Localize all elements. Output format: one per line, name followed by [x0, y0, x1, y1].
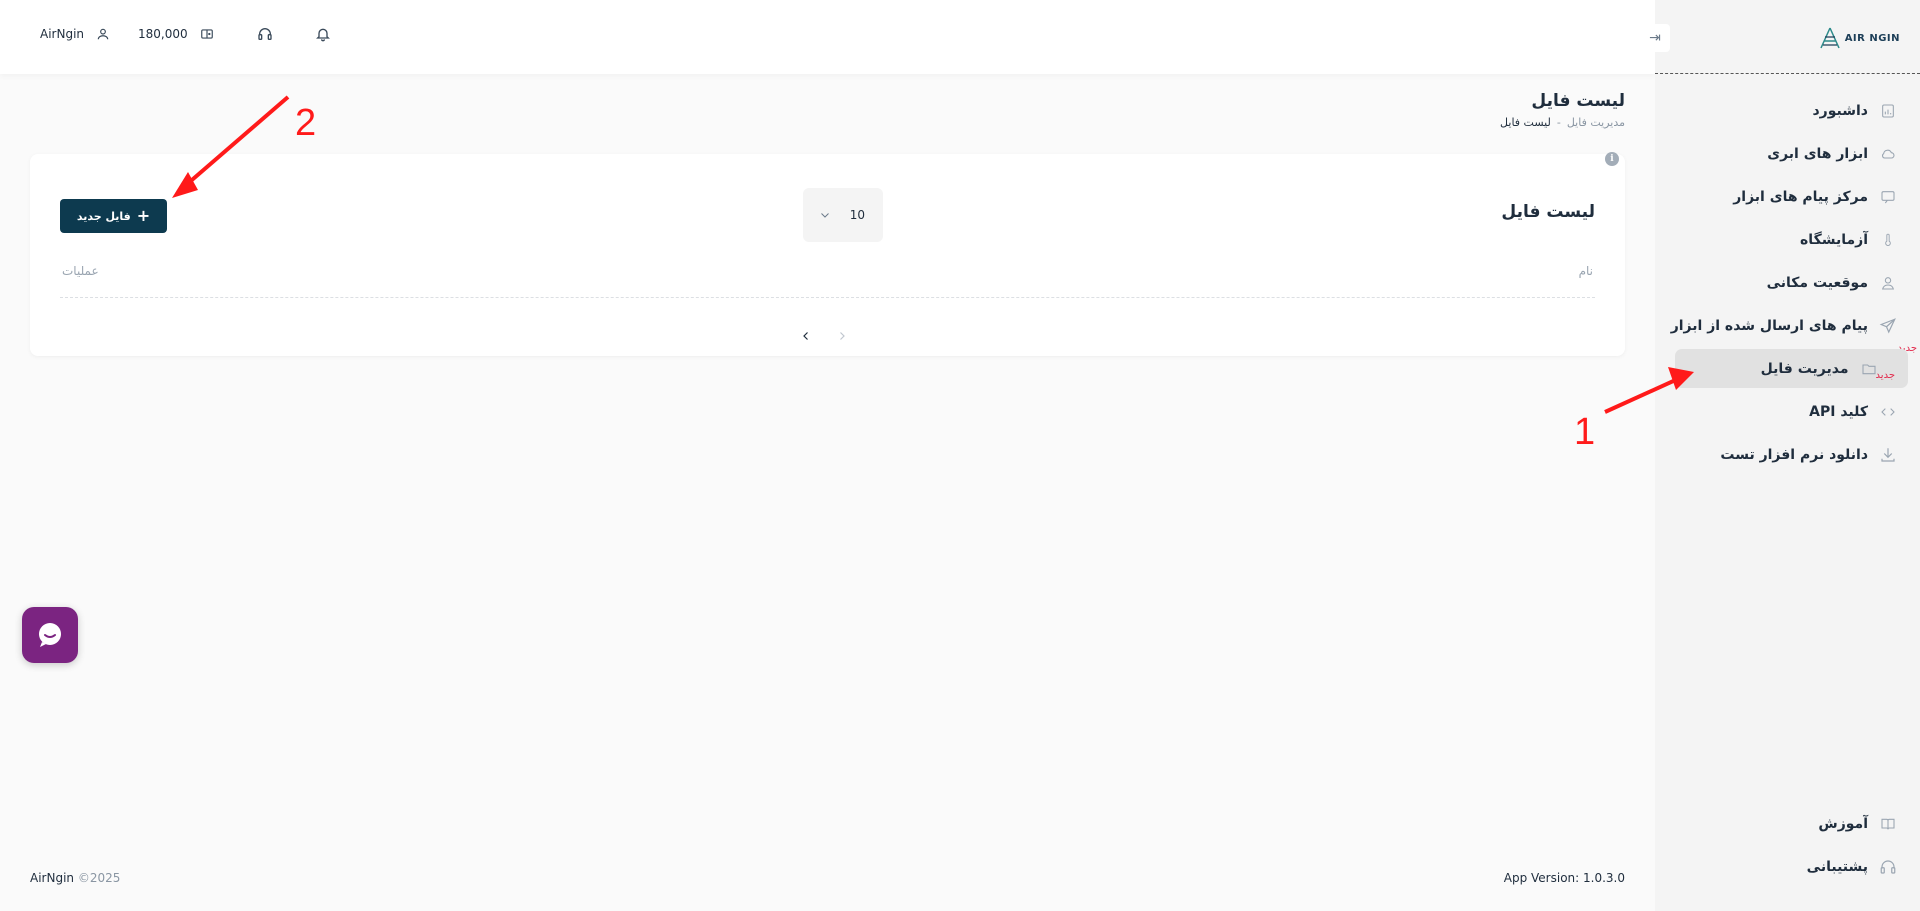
sidebar-item-tutorial[interactable]: آموزش — [1655, 802, 1920, 845]
sidebar-item-file-management[interactable]: مدیریت فایل جدید — [1655, 347, 1920, 390]
info-icon[interactable]: i — [1605, 152, 1619, 166]
wallet-icon[interactable] — [198, 25, 216, 43]
annotation-label-1: 1 — [1574, 411, 1596, 453]
sidebar-menu: داشبورد ابزار های ابری مرکز پیام های ابز… — [1655, 89, 1920, 476]
sidebar-item-sent-messages[interactable]: پیام های ارسال شده از ابزار جدید — [1655, 304, 1920, 355]
chevron-right-icon[interactable] — [836, 330, 848, 342]
breadcrumb: مدیریت فایل - لیست فایل — [1500, 116, 1625, 129]
book-icon — [1878, 814, 1898, 834]
table-header: نام عملیات — [60, 264, 1595, 298]
chat-bubble-icon — [39, 623, 61, 647]
sidebar-header: AIR NGIN ⇥ — [1640, 0, 1920, 74]
cloud-icon — [1878, 144, 1898, 164]
column-header-actions: عملیات — [62, 264, 99, 278]
new-file-button[interactable]: + فایل جدید — [60, 199, 167, 233]
card-title: لیست فایل — [1501, 202, 1595, 222]
message-icon — [1878, 187, 1898, 207]
send-icon — [1878, 316, 1898, 336]
sidebar-collapse-button[interactable]: ⇥ — [1640, 24, 1670, 52]
sidebar-item-label: پیام های ارسال شده از ابزار — [1670, 317, 1868, 334]
footer-copyright: AirNgin ©2025 — [30, 871, 120, 885]
pagination — [800, 330, 848, 342]
sidebar-bottom-menu: آموزش پشتیبانی — [1655, 802, 1920, 888]
sidebar-item-label: آزمایشگاه — [1800, 231, 1868, 248]
new-file-label: فایل جدید — [76, 209, 131, 223]
sidebar-item-lab[interactable]: آزمایشگاه — [1655, 218, 1920, 261]
location-user-icon — [1878, 273, 1898, 293]
chat-widget-button[interactable] — [22, 607, 78, 663]
headset-icon — [1878, 857, 1898, 877]
code-icon — [1878, 402, 1898, 422]
wallet-balance[interactable]: 180,000 — [138, 27, 188, 41]
page-title: لیست فایل — [1531, 91, 1625, 111]
logo-text: AIR NGIN — [1844, 32, 1900, 44]
sidebar-item-cloud-tools[interactable]: ابزار های ابری — [1655, 132, 1920, 175]
annotation-arrows — [172, 95, 1694, 414]
sidebar-item-label: موقعیت مکانی — [1766, 274, 1868, 291]
sidebar-item-label: آموزش — [1818, 815, 1868, 832]
sidebar-item-message-center[interactable]: مرکز پیام های ابزار — [1655, 175, 1920, 218]
sidebar-item-api-key[interactable]: کلید API — [1655, 390, 1920, 433]
sidebar-item-support[interactable]: پشتیبانی — [1655, 845, 1920, 888]
chevron-down-icon — [819, 209, 831, 221]
username[interactable]: AirNgin — [40, 27, 84, 41]
annotation-label-2: 2 — [295, 102, 317, 144]
column-header-name[interactable]: نام — [1579, 264, 1593, 297]
breadcrumb-parent[interactable]: مدیریت فایل — [1567, 116, 1625, 129]
sidebar-item-label: دانلود نرم افزار تست — [1720, 446, 1868, 463]
sidebar-item-dashboard[interactable]: داشبورد — [1655, 89, 1920, 132]
sidebar-item-label: مدیریت فایل — [1760, 360, 1849, 377]
breadcrumb-separator: - — [1556, 116, 1561, 129]
top-bar: AirNgin 180,000 — [0, 0, 1655, 74]
new-badge: جدید — [1875, 370, 1895, 381]
user-icon[interactable] — [94, 25, 112, 43]
sidebar: AIR NGIN ⇥ داشبورد ابزار های ابری مرکز پ… — [1640, 0, 1920, 911]
sidebar-item-label: ابزار های ابری — [1767, 145, 1868, 162]
headset-icon[interactable] — [256, 25, 274, 43]
sidebar-item-label: مرکز پیام های ابزار — [1733, 188, 1868, 205]
plus-icon: + — [136, 206, 151, 225]
arrow-right-to-line-icon: ⇥ — [1649, 30, 1661, 46]
file-list-card: i لیست فایل 10 + فایل جدید نام عملیات — [30, 152, 1625, 356]
sidebar-item-label: کلید API — [1809, 403, 1868, 420]
sidebar-item-download-test-software[interactable]: دانلود نرم افزار تست — [1655, 433, 1920, 476]
top-bar-user-area: AirNgin 180,000 — [40, 25, 332, 43]
download-icon — [1878, 445, 1898, 465]
thermometer-icon — [1878, 230, 1898, 250]
bell-icon[interactable] — [314, 25, 332, 43]
footer-brand: AirNgin — [30, 871, 75, 885]
chevron-left-icon[interactable] — [800, 330, 812, 342]
footer-year: ©2025 — [77, 871, 121, 885]
airngin-logo-icon — [1820, 27, 1840, 49]
breadcrumb-current: لیست فایل — [1500, 116, 1551, 129]
sidebar-item-label: پشتیبانی — [1806, 858, 1868, 875]
logo[interactable]: AIR NGIN — [1818, 26, 1900, 50]
chart-board-icon — [1878, 101, 1898, 121]
sidebar-item-label: داشبورد — [1812, 102, 1869, 119]
page-size-select[interactable]: 10 — [803, 188, 883, 242]
app-version: App Version: 1.0.3.0 — [1503, 871, 1625, 885]
page-size-value: 10 — [849, 208, 865, 222]
sidebar-item-location[interactable]: موقعیت مکانی — [1655, 261, 1920, 304]
